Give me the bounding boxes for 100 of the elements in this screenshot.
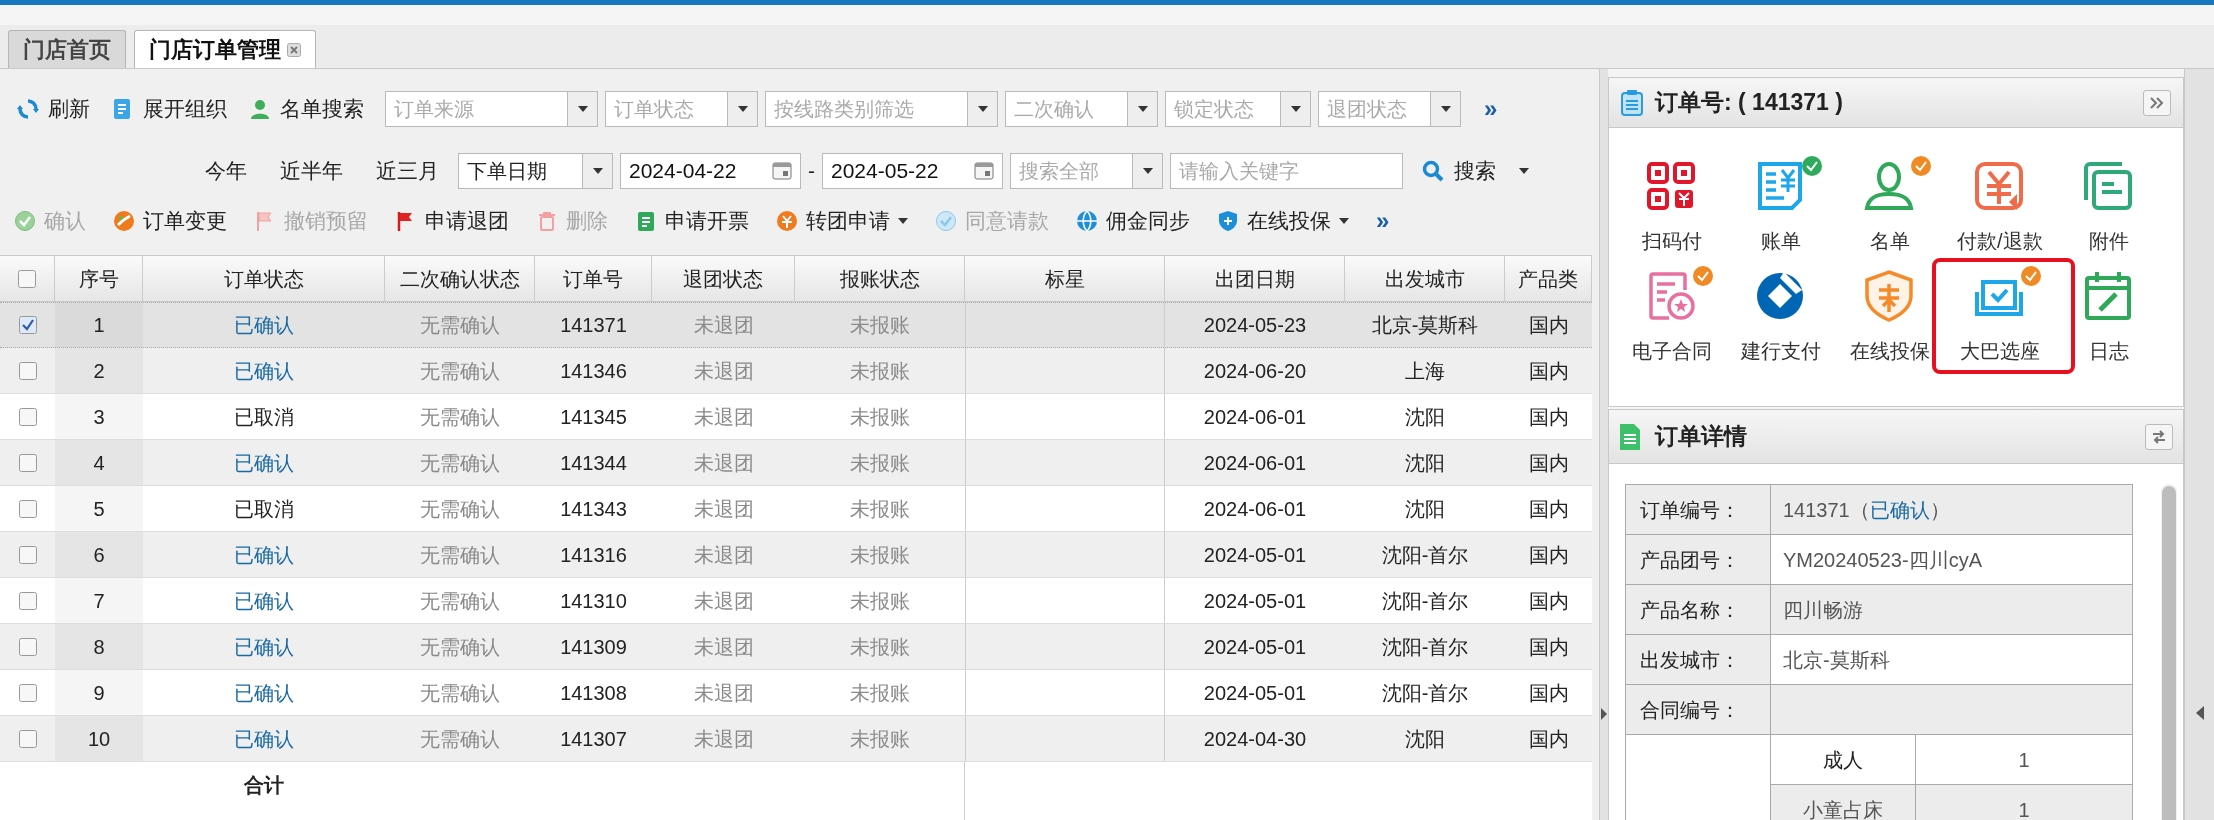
tile-label[interactable]: 附件 — [2089, 226, 2130, 256]
table-row[interactable]: 4 已确认 无需确认 141344 未退团 未报账 2024-06-01 沈阳 国内 — [0, 440, 1592, 486]
checkbox[interactable] — [18, 407, 37, 426]
table-cell-text: 9 — [93, 680, 105, 706]
tab[interactable]: 门店订单管理 — [134, 30, 316, 68]
expand-arrow-icon[interactable] — [2195, 706, 2204, 720]
action-button[interactable]: 佣金同步 — [1076, 205, 1190, 237]
table-cell-text: 无需确认 — [420, 542, 500, 568]
column-header[interactable]: 报账状态 — [839, 263, 920, 294]
table-row[interactable]: 5 已取消 无需确认 141343 未退团 未报账 2024-06-01 沈阳 国内 — [0, 486, 1592, 532]
caret-icon — [1290, 106, 1301, 112]
column-header[interactable]: 标星 — [1044, 263, 1085, 294]
quick-range-link[interactable]: 近半年 — [280, 155, 343, 187]
tile-label[interactable]: 建行支付 — [1741, 336, 1822, 366]
table-row[interactable]: 7 已确认 无需确认 141310 未退团 未报账 2024-05-01 沈阳-首尔 国内 — [0, 578, 1592, 624]
tab[interactable]: 门店首页 — [8, 30, 126, 68]
column-header[interactable]: 订单号 — [563, 263, 623, 294]
column-header[interactable]: 出发城市 — [1384, 263, 1465, 294]
checkbox[interactable] — [18, 683, 37, 702]
column-header[interactable]: 退团状态 — [683, 263, 763, 294]
swap-icon — [2152, 429, 2166, 444]
checkbox[interactable] — [18, 729, 37, 748]
toolbar-button[interactable]: 名单搜索 — [248, 93, 378, 125]
table-row[interactable]: 9 已确认 无需确认 141308 未退团 未报账 2024-05-01 沈阳-首尔 国内 — [0, 670, 1592, 716]
checkbox[interactable] — [18, 499, 37, 518]
column-header[interactable]: 二次确认状态 — [399, 263, 520, 294]
checkbox[interactable] — [18, 545, 37, 564]
scrollbar-thumb[interactable] — [2162, 486, 2176, 820]
tile-label[interactable]: 电子合同 — [1631, 336, 1712, 366]
column-header[interactable]: 订单状态 — [223, 263, 304, 294]
refresh-button[interactable] — [2145, 423, 2173, 450]
date-type-dropdown[interactable]: 下单日期 — [458, 153, 613, 189]
table-cell-text: 5 — [93, 496, 105, 522]
document-icon[interactable] — [2082, 160, 2135, 212]
table-cell-text: 沈阳-首尔 — [1381, 588, 1469, 614]
shield-icon[interactable] — [1863, 270, 1916, 322]
table-row[interactable]: 3 已取消 无需确认 141345 未退团 未报账 2024-06-01 沈阳 国内 — [0, 394, 1592, 440]
action-button[interactable]: 在线投保 — [1217, 205, 1349, 237]
close-icon[interactable] — [287, 42, 301, 57]
table-cell-text: 141371 — [560, 313, 627, 338]
quick-range-link[interactable]: 今年 — [205, 155, 247, 187]
table-cell-text: 4 — [93, 450, 105, 476]
tile-label[interactable]: 大巴选座 — [1959, 336, 2040, 366]
table-cell-text: 沈阳-首尔 — [1381, 634, 1469, 660]
refresh-icon — [16, 97, 40, 121]
action-button[interactable]: 订单变更 — [113, 205, 227, 237]
checkbox[interactable] — [18, 453, 37, 472]
field-label: 小童占床 — [1803, 797, 1883, 820]
table-cell-text: 141308 — [560, 680, 627, 706]
checkbox[interactable] — [18, 269, 36, 288]
qr-code-icon[interactable] — [1644, 160, 1697, 212]
table-row[interactable]: 1 已确认 无需确认 141371 未退团 未报账 2024-05-23 北京-莫斯科 国内 — [0, 302, 1592, 348]
quick-range-link[interactable]: 近三月 — [376, 155, 439, 187]
action-button[interactable]: 申请开票 — [635, 205, 749, 237]
keyword-field[interactable]: 请输入关键字 — [1170, 153, 1403, 189]
table-cell-text: 沈阳 — [1405, 404, 1445, 430]
tile-label[interactable]: 付款/退款 — [1957, 226, 2043, 256]
table-cell-text: 沈阳 — [1405, 496, 1445, 522]
date-field[interactable]: 2024-04-22 — [620, 153, 801, 189]
toolbar-button[interactable]: 展开组织 — [111, 93, 241, 125]
person-icon[interactable] — [1863, 160, 1916, 212]
clipboard-icon — [1621, 89, 1643, 116]
table-cell-text: 无需确认 — [420, 634, 500, 660]
column-header[interactable]: 出团日期 — [1214, 263, 1295, 294]
tile-label[interactable]: 在线投保 — [1850, 336, 1931, 366]
action-button[interactable]: 转团申请 — [776, 205, 908, 237]
checkbox[interactable] — [18, 637, 37, 656]
action-button[interactable]: 申请退团 — [395, 205, 509, 237]
date-field[interactable]: 2024-05-22 — [822, 153, 1003, 189]
checkbox[interactable] — [18, 316, 37, 334]
tile-label[interactable]: 扫码付 — [1641, 226, 1702, 256]
more-button[interactable]: » — [1376, 203, 1390, 239]
field-value: 1 — [2018, 797, 2030, 820]
column-header[interactable]: 产品类 — [1518, 263, 1578, 294]
refund-icon[interactable] — [1972, 160, 2025, 212]
collapse-arrow-icon[interactable] — [1601, 708, 1607, 720]
table-row[interactable]: 10 已确认 无需确认 141307 未退团 未报账 2024-04-30 沈阳 国内 — [0, 716, 1592, 762]
table-row[interactable]: 2 已确认 无需确认 141346 未退团 未报账 2024-06-20 上海 国内 — [0, 348, 1592, 394]
table-cell-text: 141309 — [560, 634, 627, 660]
table-cell-text: 2024-05-01 — [1203, 588, 1307, 614]
field-label: 产品名称： — [1640, 597, 1740, 623]
tile-label[interactable]: 日志 — [2089, 336, 2130, 366]
table-row[interactable]: 6 已确认 无需确认 141316 未退团 未报账 2024-05-01 沈阳-首尔 国内 — [0, 532, 1592, 578]
table-cell-text: 未报账 — [850, 542, 910, 568]
table-cell-text: 6 — [93, 542, 105, 568]
search-button[interactable]: 搜索 — [1422, 155, 1496, 187]
collapse-button[interactable] — [2143, 89, 2171, 116]
table-cell-text: 未退团 — [693, 404, 754, 430]
checkbox[interactable] — [18, 591, 37, 610]
table-cell-text: 国内 — [1528, 542, 1569, 568]
table-row[interactable]: 8 已确认 无需确认 141309 未退团 未报账 2024-05-01 沈阳-首尔 国内 — [0, 624, 1592, 670]
table-cell-text: 无需确认 — [420, 313, 500, 338]
checkbox[interactable] — [18, 361, 37, 380]
tile-label[interactable]: 名单 — [1870, 226, 1911, 256]
toolbar-button[interactable]: 刷新 — [16, 93, 104, 125]
column-header[interactable]: 序号 — [78, 263, 119, 294]
table-cell-text: 1 — [93, 313, 105, 338]
more-button[interactable]: » — [1484, 91, 1498, 127]
table-cell-text: 无需确认 — [420, 680, 500, 706]
tile-label[interactable]: 账单 — [1761, 226, 1802, 256]
